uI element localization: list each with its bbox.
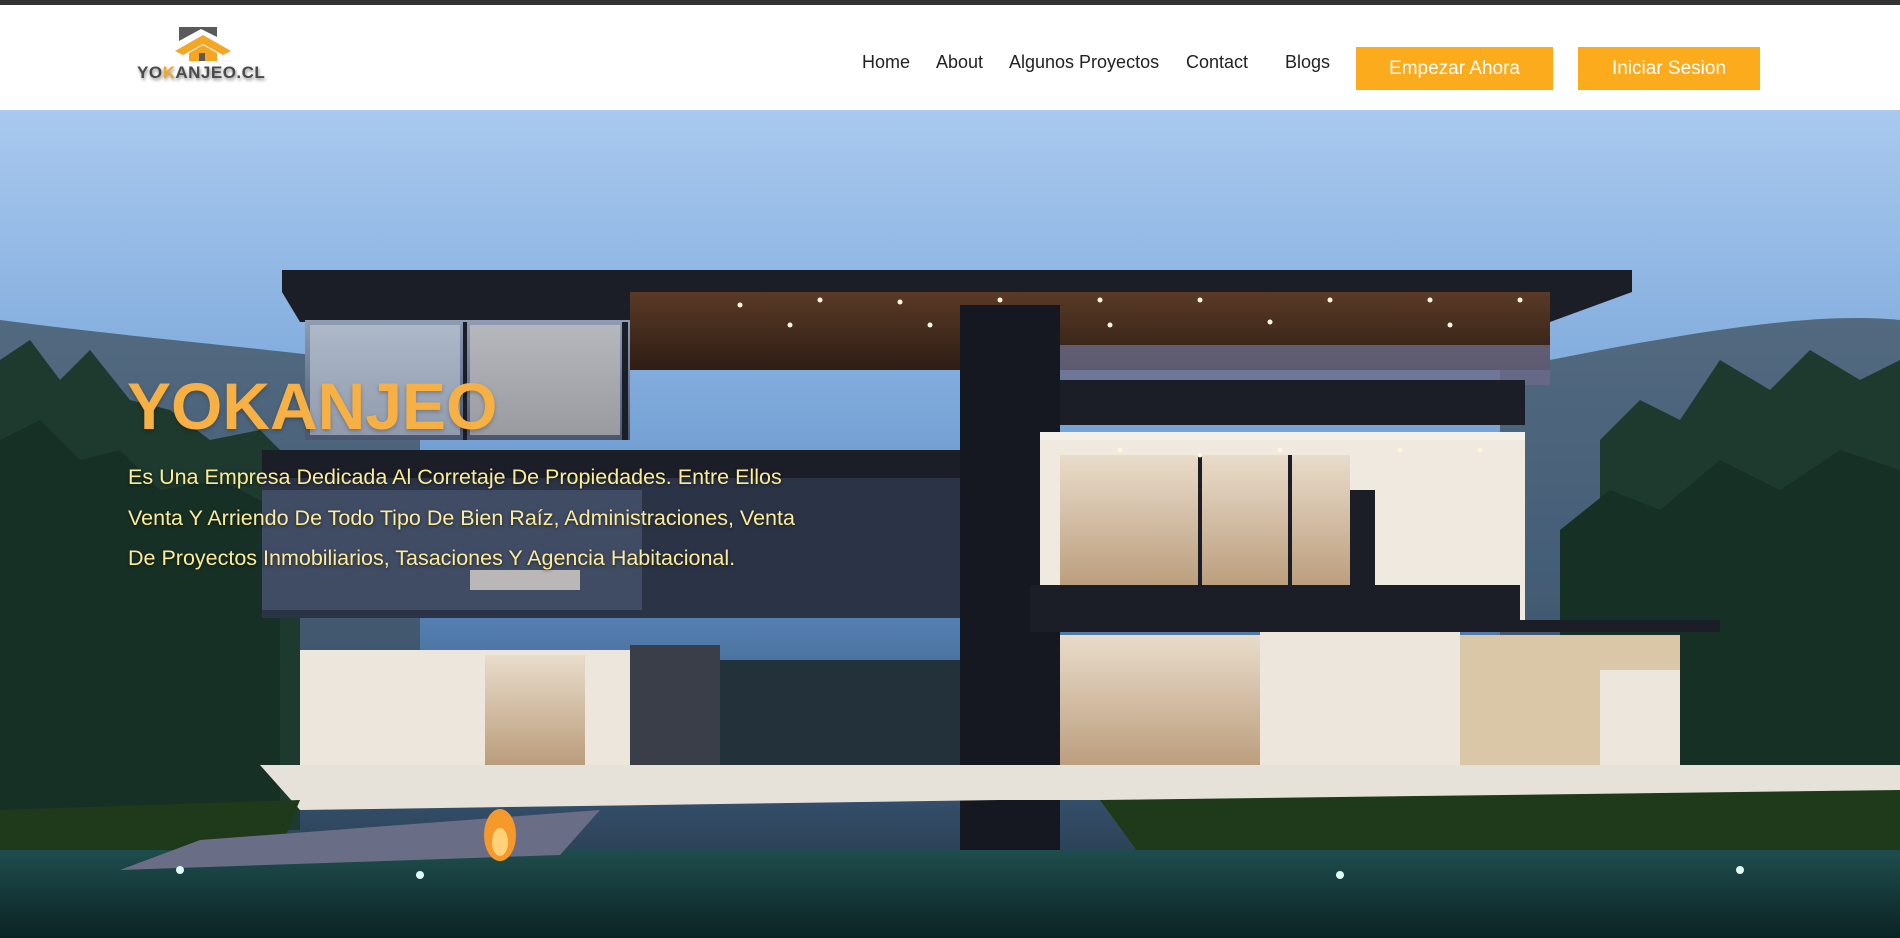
hero-section: YOKANJEO Es Una Empresa Dedicada Al Corr… <box>0 110 1900 938</box>
nav-blogs-link[interactable]: Blogs <box>1285 52 1330 72</box>
hero-description: Es Una Empresa Dedicada Al Corretaje De … <box>128 457 828 579</box>
nav-about-link[interactable]: About <box>936 52 983 72</box>
hero-description-line: Es Una Empresa Dedicada Al Corretaje De … <box>128 465 782 489</box>
house-roof-logo-icon <box>175 27 231 61</box>
sign-in-button[interactable]: Iniciar Sesion <box>1578 47 1760 90</box>
site-header: YOKANJEO.CL Home About Algunos Proyectos… <box>0 5 1900 110</box>
nav-projects-link[interactable]: Algunos Proyectos <box>1009 52 1159 72</box>
nav-home-link[interactable]: Home <box>862 52 910 72</box>
nav-contact-link[interactable]: Contact <box>1186 52 1248 72</box>
get-started-button[interactable]: Empezar Ahora <box>1356 47 1553 90</box>
hero-title: YOKANJEO <box>127 369 498 443</box>
hero-description-line: Venta Y Arriendo De Todo Tipo De Bien Ra… <box>128 505 795 530</box>
logo-wordmark: YOKANJEO.CL <box>137 63 266 82</box>
site-logo[interactable]: YOKANJEO.CL <box>137 25 277 89</box>
hero-description-line: De Proyectos Inmobiliarios, Tasaciones Y… <box>128 546 736 570</box>
